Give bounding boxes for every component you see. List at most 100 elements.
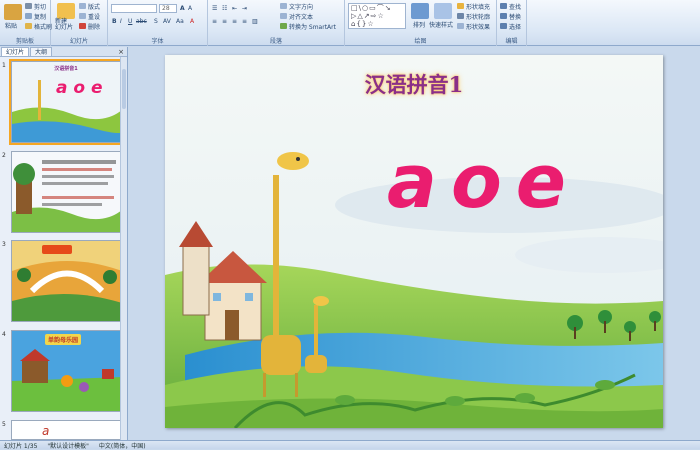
shape-outline-button[interactable]: 形状轮廓 — [457, 12, 490, 21]
letter-a: a — [387, 139, 437, 225]
case-icon[interactable]: Aa — [176, 17, 184, 25]
ribbon: 粘贴 剪切 复制 格式刷 剪贴板 新建 幻灯片 版式 重设 删除 幻灯片 28 … — [0, 0, 700, 46]
font-name-select[interactable] — [111, 4, 157, 13]
underline-icon[interactable]: U — [128, 17, 132, 25]
italic-icon[interactable]: I — [120, 17, 122, 25]
grow-font-icon[interactable]: A — [180, 4, 185, 12]
editing-label: 编辑 — [505, 38, 518, 45]
clipboard-label: 剪贴板 — [15, 38, 34, 45]
language-indicator[interactable]: 中文(简体，中国) — [99, 441, 146, 450]
outline-icon — [457, 13, 464, 19]
drawing-group: □\○▭⌒↘ ▷△↗⇨☆ ⌂{}☆ 排列 快速样式 形状填充 形状轮廓 形状效果 绘… — [345, 0, 497, 46]
shapes-gallery[interactable]: □\○▭⌒↘ ▷△↗⇨☆ ⌂{}☆ — [348, 3, 406, 29]
font-size-select[interactable]: 28 — [159, 4, 177, 13]
thumbnail-2-art — [12, 152, 120, 232]
thumbnail-3-art — [12, 241, 120, 321]
align-center-icon[interactable]: ≡ — [222, 17, 227, 25]
clipboard-group: 粘贴 剪切 复制 格式刷 剪贴板 — [0, 0, 52, 46]
slide-title[interactable]: 汉语拼音1 — [165, 69, 663, 99]
brush-icon — [25, 23, 32, 29]
slides-pane: 幻灯片 大纲 × 1 汉语拼音1 a o e 2 3 4 单韵母乐园 5 a — [0, 47, 128, 440]
editing-group: 查找 替换 选择 编辑 — [497, 0, 527, 46]
copy-icon — [25, 13, 32, 19]
bold-icon[interactable]: B — [112, 17, 117, 25]
slide-thumbnail-1[interactable]: 汉语拼音1 a o e — [9, 59, 123, 145]
thumb-number: 3 — [2, 241, 6, 248]
scissors-icon — [25, 3, 32, 9]
thumbnail-5-art: a — [12, 421, 120, 439]
smartart-button[interactable]: 转换为 SmartArt — [280, 22, 336, 31]
thumbnail-4-title: 单韵母乐园 — [45, 334, 82, 345]
text-direction-button[interactable]: 文字方向 — [280, 2, 313, 11]
indent-decrease-icon[interactable]: ⇤ — [232, 4, 237, 12]
align-right-icon[interactable]: ≡ — [232, 17, 237, 25]
thumb-number: 4 — [2, 331, 6, 338]
scrollbar-thumb[interactable] — [122, 69, 126, 109]
layout-icon — [79, 3, 86, 9]
font-color-icon[interactable]: A — [190, 17, 194, 25]
thumb-number: 1 — [2, 62, 6, 69]
slide-counter: 幻灯片 1/35 — [4, 442, 38, 450]
copy-button[interactable]: 复制 — [25, 12, 46, 21]
svg-text:a: a — [42, 424, 49, 438]
align-text-button[interactable]: 对齐文本 — [280, 12, 313, 21]
smartart-icon — [280, 23, 287, 29]
reset-button[interactable]: 重设 — [79, 12, 100, 21]
columns-icon[interactable]: ▥ — [252, 17, 258, 25]
tab-outline[interactable]: 大纲 — [30, 47, 53, 56]
replace-icon — [500, 13, 507, 19]
pane-tabs: 幻灯片 大纲 — [0, 47, 127, 57]
strikethrough-icon[interactable]: abc — [136, 17, 147, 25]
cut-button[interactable]: 剪切 — [25, 2, 46, 11]
spacing-icon[interactable]: AV — [163, 17, 171, 25]
shape-fill-button[interactable]: 形状填充 — [457, 2, 490, 11]
tab-slides[interactable]: 幻灯片 — [1, 47, 30, 56]
paste-icon[interactable] — [4, 4, 22, 20]
vowel-letters[interactable]: a o e — [387, 145, 566, 219]
replace-button[interactable]: 替换 — [500, 12, 521, 21]
close-icon[interactable]: × — [118, 48, 124, 56]
font-label: 字体 — [151, 38, 164, 45]
numbering-icon[interactable]: ☷ — [222, 4, 227, 12]
thumbnail-1-title: 汉语拼音1 — [54, 66, 78, 72]
delete-slide-button[interactable]: 删除 — [79, 22, 100, 31]
reset-icon — [79, 13, 86, 19]
align-left-icon[interactable]: ≡ — [212, 17, 217, 25]
quick-styles-button[interactable]: 快速样式 — [429, 20, 453, 29]
thumb-number: 5 — [2, 421, 6, 428]
select-button[interactable]: 选择 — [500, 22, 521, 31]
arrange-button[interactable]: 排列 — [413, 20, 425, 29]
pane-scrollbar[interactable] — [120, 57, 127, 440]
theme-name: "默认设计模板" — [47, 442, 89, 450]
select-icon — [500, 23, 507, 29]
slide-thumbnail-5[interactable]: a — [11, 420, 121, 440]
bullets-icon[interactable]: ☰ — [212, 4, 217, 12]
slide-workspace: 汉语拼音1 a o e — [129, 47, 700, 440]
slide-thumbnail-3[interactable] — [11, 240, 121, 322]
letter-e: e — [515, 139, 566, 225]
new-slide-icon[interactable] — [57, 3, 75, 19]
drawing-label: 绘图 — [414, 38, 427, 45]
format-painter-button[interactable]: 格式刷 — [25, 22, 52, 31]
new-slide-button[interactable]: 新建 幻灯片 — [55, 19, 73, 31]
paragraph-label: 段落 — [269, 38, 282, 45]
arrange-icon[interactable] — [411, 3, 429, 19]
status-bar: 幻灯片 1/35 "默认设计模板" 中文(简体，中国) — [0, 440, 700, 450]
paste-button[interactable]: 粘贴 — [5, 21, 17, 30]
indent-increase-icon[interactable]: ⇥ — [242, 4, 247, 12]
slide-thumbnail-4[interactable]: 单韵母乐园 — [11, 330, 121, 412]
fill-icon — [457, 3, 464, 9]
layout-button[interactable]: 版式 — [79, 2, 100, 11]
slide-thumbnail-2[interactable] — [11, 151, 121, 233]
find-button[interactable]: 查找 — [500, 2, 521, 11]
slides-group: 新建 幻灯片 版式 重设 删除 幻灯片 — [51, 0, 108, 46]
justify-icon[interactable]: ≡ — [242, 17, 247, 25]
thumbnail-1-letters: a o e — [56, 78, 103, 98]
shadow-icon[interactable]: S — [154, 17, 158, 25]
find-icon — [500, 3, 507, 9]
slide-canvas[interactable]: 汉语拼音1 a o e — [165, 55, 663, 428]
shape-effects-button[interactable]: 形状效果 — [457, 22, 490, 31]
quick-styles-icon[interactable] — [434, 3, 452, 19]
shrink-font-icon[interactable]: A — [188, 4, 192, 12]
thumbnail-1-art — [12, 62, 120, 142]
